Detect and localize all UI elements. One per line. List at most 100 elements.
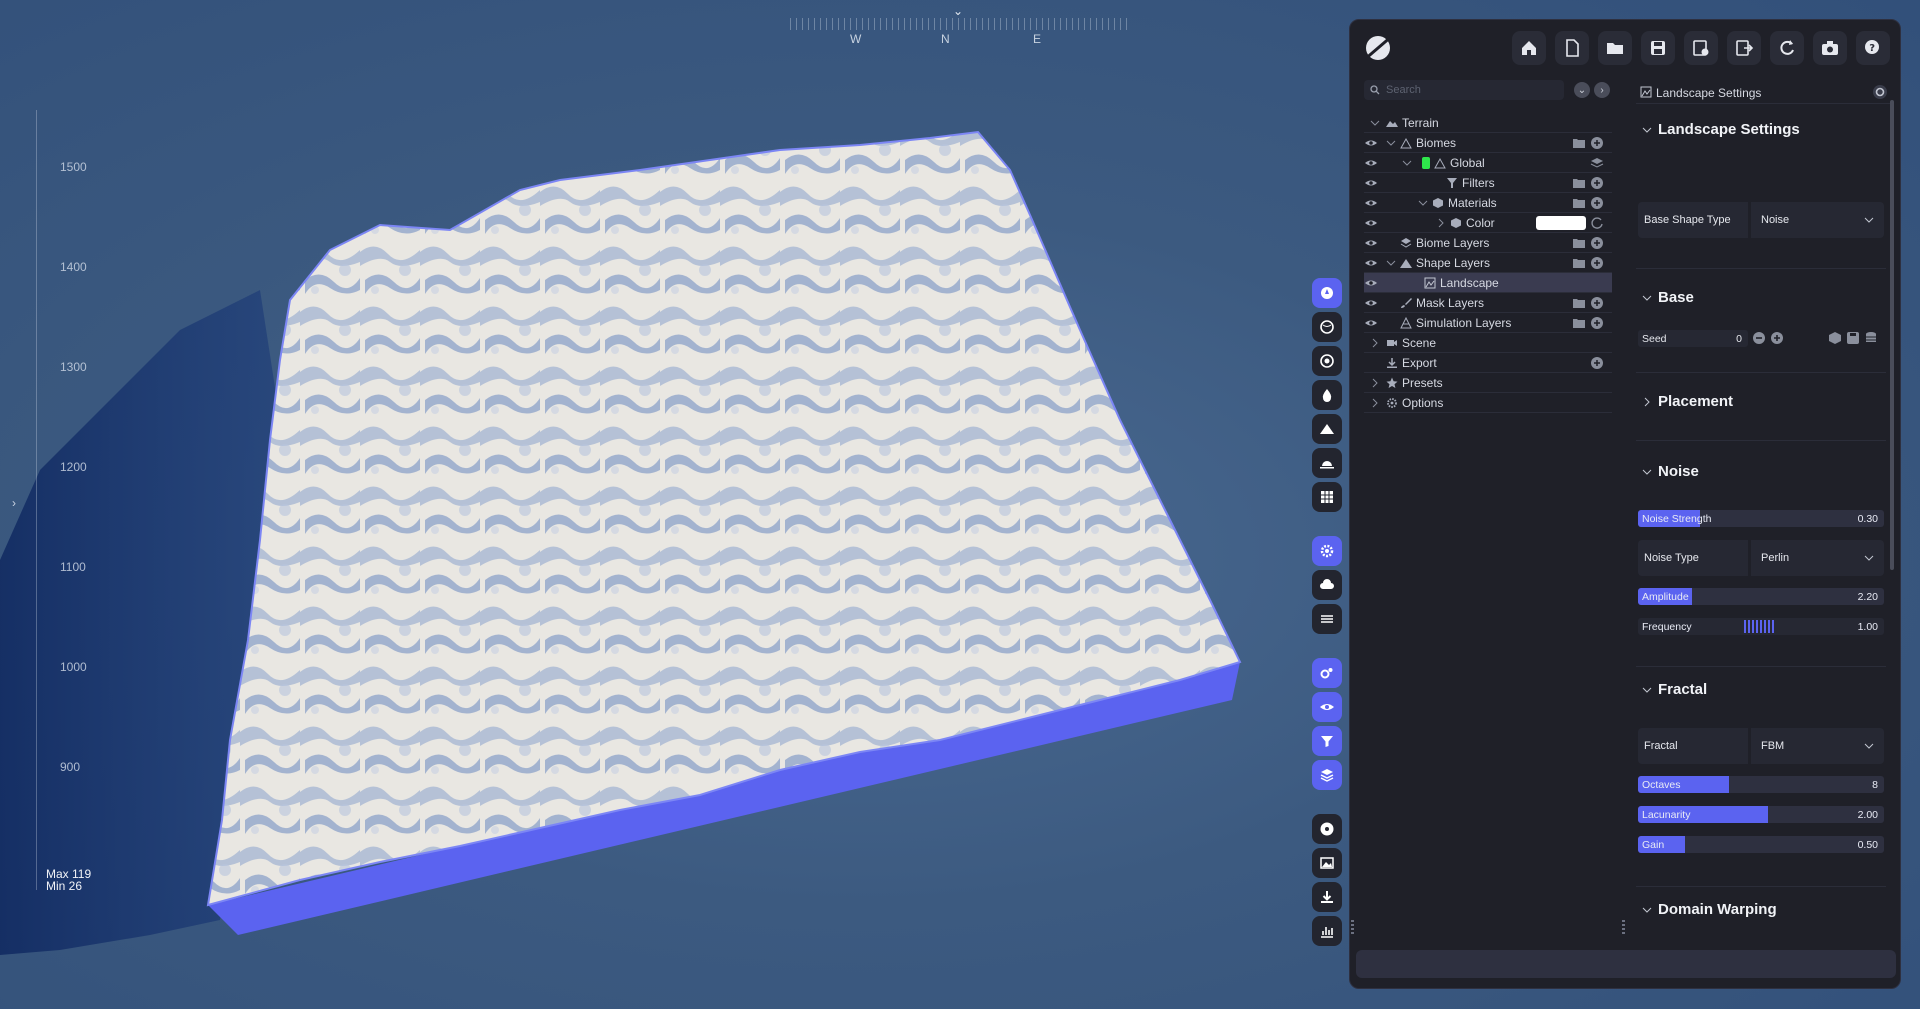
home-icon[interactable] bbox=[1512, 31, 1546, 65]
chevron-right-icon[interactable] bbox=[1370, 378, 1380, 388]
filter-icon[interactable] bbox=[1312, 726, 1342, 756]
tree-item-landscape[interactable]: Landscape bbox=[1364, 273, 1612, 293]
lacunarity-slider[interactable]: Lacunarity 2.00 bbox=[1638, 806, 1884, 823]
add-icon[interactable] bbox=[1590, 236, 1604, 250]
help-icon[interactable]: ? bbox=[1856, 31, 1890, 65]
add-icon[interactable] bbox=[1590, 256, 1604, 270]
save-icon[interactable] bbox=[1641, 31, 1675, 65]
search-input[interactable] bbox=[1386, 84, 1546, 96]
tree-item-export[interactable]: Export bbox=[1364, 353, 1612, 373]
eye-icon[interactable] bbox=[1312, 692, 1342, 722]
eye-icon[interactable] bbox=[1364, 276, 1378, 290]
tree-item-simulation-layers[interactable]: Simulation Layers bbox=[1364, 313, 1612, 333]
chevron-down-icon[interactable] bbox=[1386, 258, 1396, 268]
chevron-down-icon[interactable] bbox=[1418, 198, 1428, 208]
tree-item-filters[interactable]: Filters bbox=[1364, 173, 1612, 193]
section-fractal[interactable]: Fractal bbox=[1636, 676, 1886, 704]
layers-lines-icon[interactable] bbox=[1312, 604, 1342, 634]
refresh-icon[interactable] bbox=[1770, 31, 1804, 65]
tree-item-mask-layers[interactable]: Mask Layers bbox=[1364, 293, 1612, 313]
download-icon[interactable] bbox=[1312, 882, 1342, 912]
settings-scrollbar[interactable] bbox=[1890, 100, 1894, 570]
export-icon[interactable] bbox=[1727, 31, 1761, 65]
cogs-icon[interactable] bbox=[1312, 658, 1342, 688]
pane-resize-grip[interactable] bbox=[1622, 920, 1625, 936]
section-placement[interactable]: Placement bbox=[1636, 388, 1886, 416]
tree-item-presets[interactable]: Presets bbox=[1364, 373, 1612, 393]
tree-item-terrain[interactable]: Terrain bbox=[1364, 113, 1612, 133]
target-icon[interactable] bbox=[1312, 346, 1342, 376]
tree-item-options[interactable]: Options bbox=[1364, 393, 1612, 413]
fractal-select[interactable]: FBM bbox=[1751, 728, 1884, 764]
settings-gear-icon[interactable] bbox=[1872, 84, 1888, 100]
section-base[interactable]: Base bbox=[1636, 284, 1886, 312]
eye-icon[interactable] bbox=[1364, 136, 1378, 150]
new-file-icon[interactable] bbox=[1555, 31, 1589, 65]
tree-item-shape-layers[interactable]: Shape Layers bbox=[1364, 253, 1612, 273]
tree-item-materials[interactable]: Materials bbox=[1364, 193, 1612, 213]
export-settings-icon[interactable] bbox=[1684, 31, 1718, 65]
decrement-icon[interactable] bbox=[1752, 331, 1766, 345]
layers-icon[interactable] bbox=[1590, 156, 1604, 170]
chevron-down-icon[interactable] bbox=[1386, 138, 1396, 148]
seed-field[interactable]: Seed 0 bbox=[1638, 330, 1748, 347]
eye-icon[interactable] bbox=[1364, 256, 1378, 270]
chart-icon[interactable] bbox=[1312, 916, 1342, 946]
globe-icon[interactable] bbox=[1312, 312, 1342, 342]
ruler-expand-icon[interactable]: › bbox=[12, 496, 16, 510]
camera-icon[interactable] bbox=[1813, 31, 1847, 65]
tree-item-color[interactable]: Color bbox=[1364, 213, 1612, 233]
octaves-slider[interactable]: Octaves 8 bbox=[1638, 776, 1884, 793]
cloud-icon[interactable] bbox=[1312, 570, 1342, 600]
add-icon[interactable] bbox=[1590, 316, 1604, 330]
chevron-right-icon[interactable] bbox=[1370, 398, 1380, 408]
image-icon[interactable] bbox=[1312, 848, 1342, 878]
add-icon[interactable] bbox=[1590, 196, 1604, 210]
folder-icon[interactable] bbox=[1572, 176, 1586, 190]
eye-icon[interactable] bbox=[1364, 176, 1378, 190]
eye-icon[interactable] bbox=[1364, 296, 1378, 310]
chevron-right-icon[interactable] bbox=[1436, 218, 1446, 228]
biome-color-chip[interactable] bbox=[1422, 157, 1430, 169]
rocket-icon[interactable] bbox=[1312, 278, 1342, 308]
collapse-all-icon[interactable]: ⌄ bbox=[1574, 82, 1590, 98]
tree-search[interactable] bbox=[1364, 80, 1564, 100]
chevron-down-icon[interactable] bbox=[1402, 158, 1412, 168]
refresh-icon[interactable] bbox=[1590, 216, 1604, 230]
eye-icon[interactable] bbox=[1364, 156, 1378, 170]
add-icon[interactable] bbox=[1590, 176, 1604, 190]
folder-icon[interactable] bbox=[1572, 196, 1586, 210]
folder-icon[interactable] bbox=[1572, 296, 1586, 310]
section-noise[interactable]: Noise bbox=[1636, 458, 1886, 486]
randomize-dice-icon[interactable] bbox=[1828, 331, 1842, 345]
tree-item-biome-layers[interactable]: Biome Layers bbox=[1364, 233, 1612, 253]
water-drop-icon[interactable] bbox=[1312, 380, 1342, 410]
save-icon[interactable] bbox=[1846, 331, 1860, 345]
sunrise-icon[interactable] bbox=[1312, 448, 1342, 478]
frequency-handle[interactable] bbox=[1744, 620, 1776, 633]
noise-strength-slider[interactable]: Noise Strength 0.30 bbox=[1638, 510, 1884, 527]
eye-icon[interactable] bbox=[1364, 196, 1378, 210]
gear-icon[interactable] bbox=[1312, 536, 1342, 566]
tree-item-global[interactable]: Global bbox=[1364, 153, 1612, 173]
expand-all-icon[interactable]: › bbox=[1594, 82, 1610, 98]
stack-icon[interactable] bbox=[1312, 760, 1342, 790]
chevron-right-icon[interactable] bbox=[1370, 338, 1380, 348]
add-icon[interactable] bbox=[1590, 136, 1604, 150]
material-color-swatch[interactable] bbox=[1536, 216, 1586, 230]
section-domain-warping[interactable]: Domain Warping bbox=[1636, 896, 1886, 924]
folder-icon[interactable] bbox=[1572, 236, 1586, 250]
tree-item-biomes[interactable]: Biomes bbox=[1364, 133, 1612, 153]
section-landscape-settings[interactable]: Landscape Settings bbox=[1636, 116, 1886, 144]
folder-icon[interactable] bbox=[1572, 256, 1586, 270]
chevron-down-icon[interactable] bbox=[1370, 118, 1380, 128]
database-icon[interactable] bbox=[1864, 331, 1878, 345]
folder-icon[interactable] bbox=[1572, 316, 1586, 330]
grid-icon[interactable] bbox=[1312, 482, 1342, 512]
folder-icon[interactable] bbox=[1572, 136, 1586, 150]
amplitude-slider[interactable]: Amplitude 2.20 bbox=[1638, 588, 1884, 605]
add-icon[interactable] bbox=[1590, 296, 1604, 310]
base-shape-type-select[interactable]: Noise bbox=[1751, 202, 1884, 238]
add-icon[interactable] bbox=[1590, 356, 1604, 370]
panel-resize-grip[interactable] bbox=[1351, 920, 1354, 936]
